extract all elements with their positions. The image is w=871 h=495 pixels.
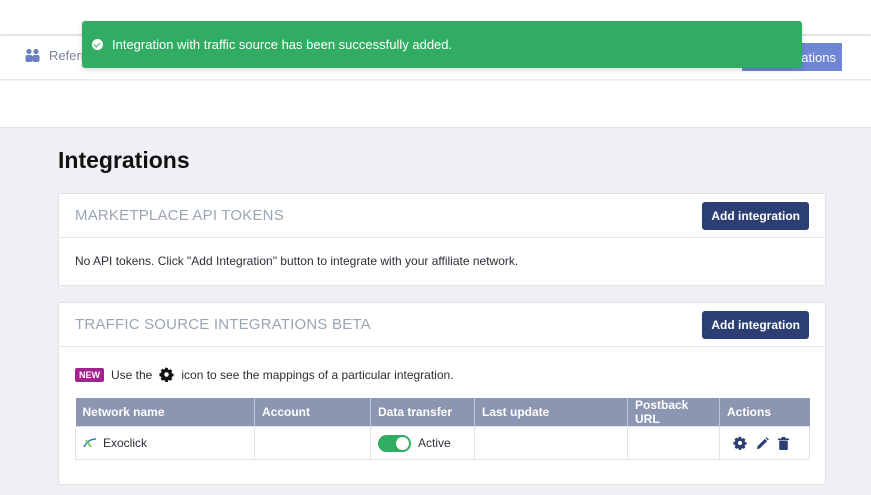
table-row: Exoclick Active: [75, 426, 810, 460]
add-integration-button[interactable]: Add integration: [702, 202, 809, 230]
mapping-hint: NEW Use the icon to see the mappings of …: [75, 367, 454, 382]
empty-state-text: No API tokens. Click "Add Integration" b…: [75, 254, 519, 268]
account-cell: [254, 426, 371, 460]
column-header: Actions: [719, 398, 810, 427]
last-update-cell: [474, 426, 628, 460]
check-circle-icon: [92, 39, 103, 50]
column-header[interactable]: Postback URL: [627, 398, 720, 427]
header-band: [0, 81, 871, 128]
card-title: MARKETPLACE API TOKENS: [75, 207, 284, 224]
nav-item-referrals[interactable]: Referr: [24, 48, 85, 63]
data-transfer-toggle[interactable]: [378, 434, 411, 452]
postback-url-cell: [627, 426, 720, 460]
column-header[interactable]: Network name: [75, 398, 255, 427]
column-header[interactable]: Data transfer: [370, 398, 475, 427]
hint-text-before: Use the: [111, 367, 153, 382]
column-header[interactable]: Account: [254, 398, 371, 427]
card-header: MARKETPLACE API TOKENS Add integration: [59, 194, 825, 238]
edit-pencil-icon[interactable]: [756, 436, 769, 450]
nav-item-label: Referr: [49, 48, 86, 63]
network-name: Exoclick: [103, 436, 148, 450]
exoclick-logo-icon: [83, 438, 97, 448]
integrations-table: Network name Account Data transfer Last …: [75, 398, 810, 460]
users-icon: [25, 48, 40, 62]
network-name-cell: Exoclick: [75, 426, 255, 460]
card-header: TRAFFIC SOURCE INTEGRATIONS BETA Add int…: [59, 303, 825, 347]
card-title: TRAFFIC SOURCE INTEGRATIONS BETA: [75, 316, 371, 333]
actions-cell: [719, 426, 810, 460]
add-integration-button[interactable]: Add integration: [702, 311, 809, 339]
data-transfer-status: Active: [418, 436, 451, 450]
table-header-row: Network name Account Data transfer Last …: [75, 398, 810, 427]
trash-icon[interactable]: [778, 436, 789, 450]
success-toast[interactable]: Integration with traffic source has been…: [82, 21, 802, 68]
marketplace-api-tokens-card: MARKETPLACE API TOKENS Add integration N…: [58, 193, 826, 286]
data-transfer-cell: Active: [370, 426, 475, 460]
toast-message: Integration with traffic source has been…: [112, 37, 453, 52]
traffic-source-integrations-card: TRAFFIC SOURCE INTEGRATIONS BETA Add int…: [58, 302, 826, 485]
hint-text-after: icon to see the mappings of a particular…: [181, 367, 454, 382]
card-body: NEW Use the icon to see the mappings of …: [59, 347, 825, 484]
gear-icon: [159, 367, 174, 382]
page-title: Integrations: [58, 147, 190, 173]
tab-label: rations: [796, 49, 836, 65]
new-badge: NEW: [75, 367, 104, 382]
settings-gear-icon[interactable]: [733, 436, 747, 450]
column-header[interactable]: Last update: [474, 398, 628, 427]
